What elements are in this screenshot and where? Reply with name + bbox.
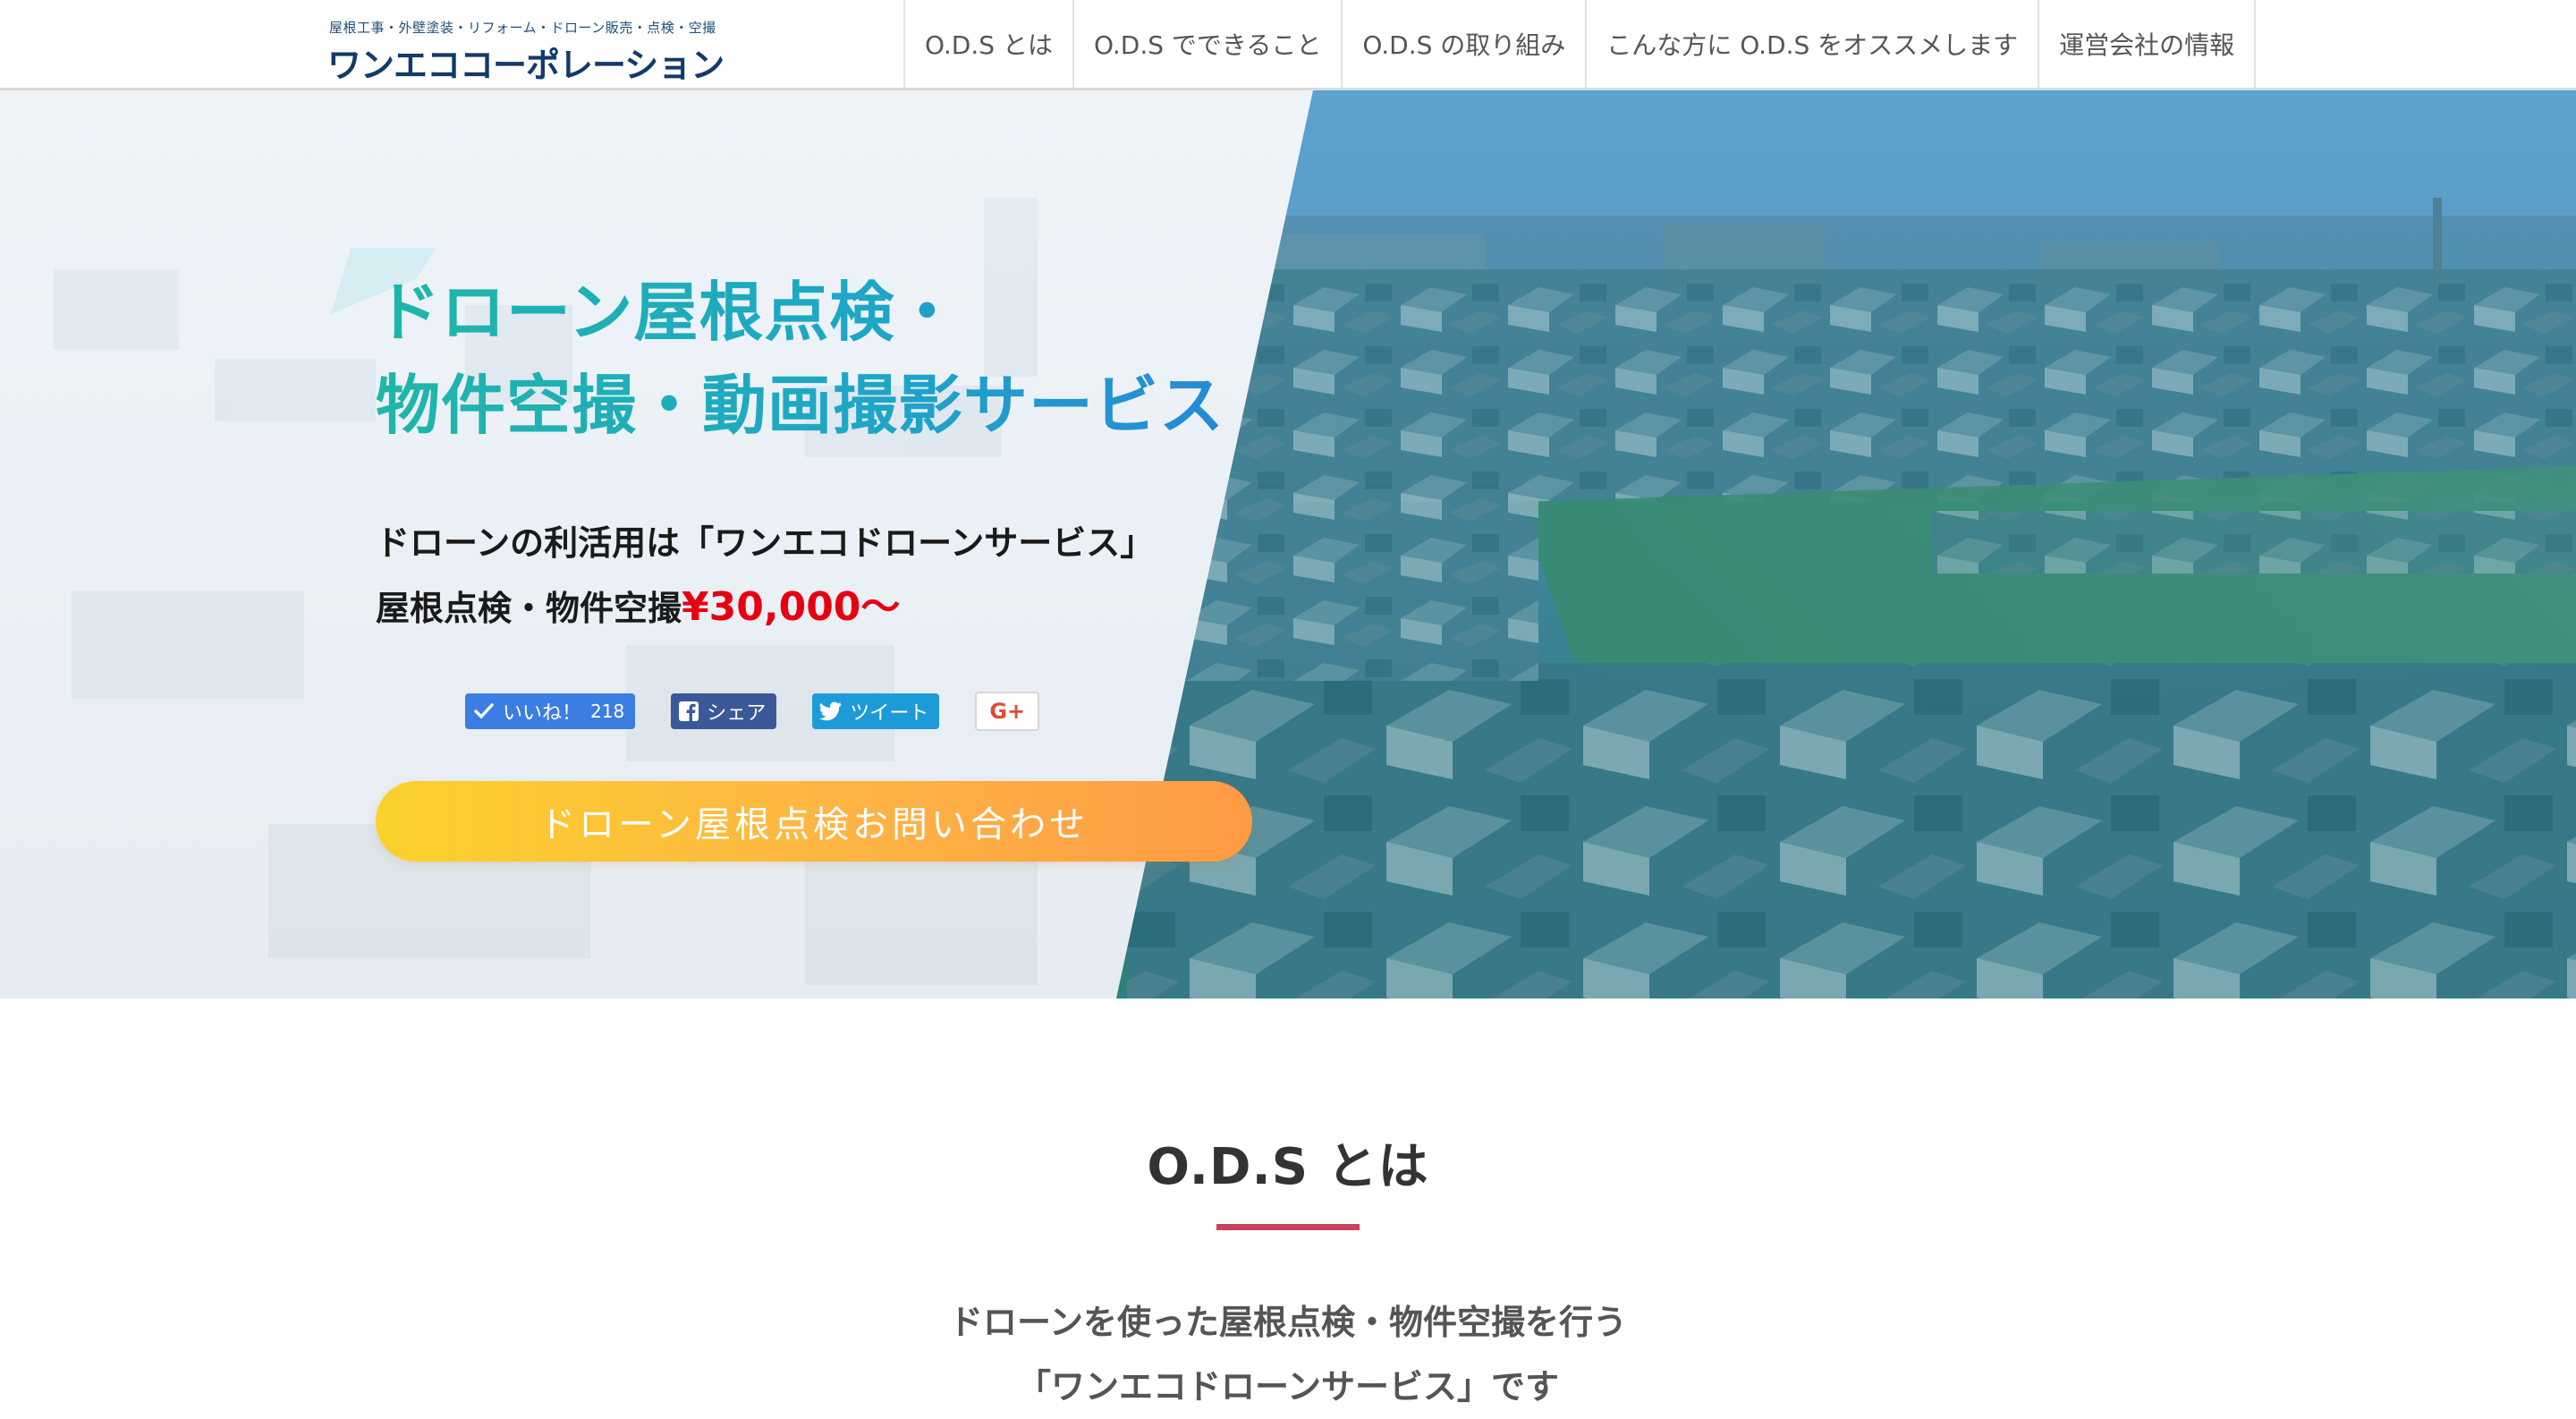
hero-subtitle: ドローンの利活用は「ワンエコドローンサービス」 屋根点検・物件空撮¥30,000…: [376, 511, 1154, 641]
main-nav: O.D.S とは O.D.S でできること O.D.S の取り組み こんな方に …: [903, 0, 2257, 88]
hero-subtitle-line1: ドローンの利活用は「ワンエコドローンサービス」: [376, 523, 1155, 563]
nav-item-about[interactable]: O.D.S とは: [905, 0, 1074, 88]
nav-item-services[interactable]: O.D.S でできること: [1074, 0, 1343, 88]
google-plus-button[interactable]: G+: [975, 692, 1040, 731]
social-share-row: いいね！ 218 シェア ツイート G+: [465, 692, 1075, 731]
hero-content: ドローン屋根点検・ 物件空撮・動画撮影サービス ドローンの利活用は「ワンエコドロ…: [331, 90, 1270, 998]
facebook-share-button[interactable]: シェア: [671, 693, 777, 729]
share-label: シェア: [707, 702, 767, 725]
twitter-bird-icon: [819, 701, 843, 721]
logo-tagline: 屋根工事・外壁塗装・リフォーム・ドローン販売・点検・空撮: [329, 20, 716, 36]
nav-item-recommended[interactable]: こんな方に O.D.S をオススメします: [1587, 0, 2040, 88]
facebook-icon: [679, 701, 699, 721]
site-header: 屋根工事・外壁塗装・リフォーム・ドローン販売・点検・空撮 ワンエココーポレーショ…: [0, 0, 2576, 90]
tweet-label: ツイート: [850, 702, 929, 725]
company-logo[interactable]: 屋根工事・外壁塗装・リフォーム・ドローン販売・点検・空撮 ワンエココーポレーショ…: [327, 18, 724, 85]
hero-subtitle-line2: 屋根点検・物件空撮¥30,000〜: [376, 575, 1154, 641]
hero-title-line2: 物件空撮・動画撮影サービス: [376, 368, 1225, 443]
check-icon: [474, 703, 494, 718]
drone-inspection-contact-button[interactable]: ドローン屋根点検お問い合わせ: [376, 781, 1252, 862]
logo-name: ワンエココーポレーション: [327, 46, 724, 85]
hero-title: ドローン屋根点検・ 物件空撮・動画撮影サービス: [376, 266, 1224, 452]
hero-subtitle-prefix: 屋根点検・物件空撮: [376, 589, 682, 628]
nav-item-company[interactable]: 運営会社の情報: [2039, 0, 2257, 88]
twitter-tweet-button[interactable]: ツイート: [812, 693, 940, 729]
google-plus-icon: G+: [989, 699, 1026, 724]
hero-price: ¥30,000〜: [682, 584, 901, 630]
like-label: いいね！: [503, 702, 582, 725]
section-lead: ドローンを使った屋根点検・物件空撮を行う 「ワンエコドローンサービス」です: [0, 1290, 2576, 1419]
section-title-about: O.D.S とは: [1147, 1138, 1429, 1196]
hero-section: ドローン屋根点検・ 物件空撮・動画撮影サービス ドローンの利活用は「ワンエコドロ…: [0, 90, 2576, 998]
section-title-underline: [1216, 1224, 1360, 1230]
section-lead-line2: 「ワンエコドローンサービス」です: [1016, 1367, 1560, 1406]
hatena-like-button[interactable]: いいね！ 218: [465, 693, 636, 729]
like-count: 218: [590, 701, 625, 722]
nav-item-initiatives[interactable]: O.D.S の取り組み: [1343, 0, 1588, 88]
section-lead-line1: ドローンを使った屋根点検・物件空撮を行う: [948, 1303, 1628, 1342]
hero-title-line1: ドローン屋根点検・: [376, 275, 961, 350]
